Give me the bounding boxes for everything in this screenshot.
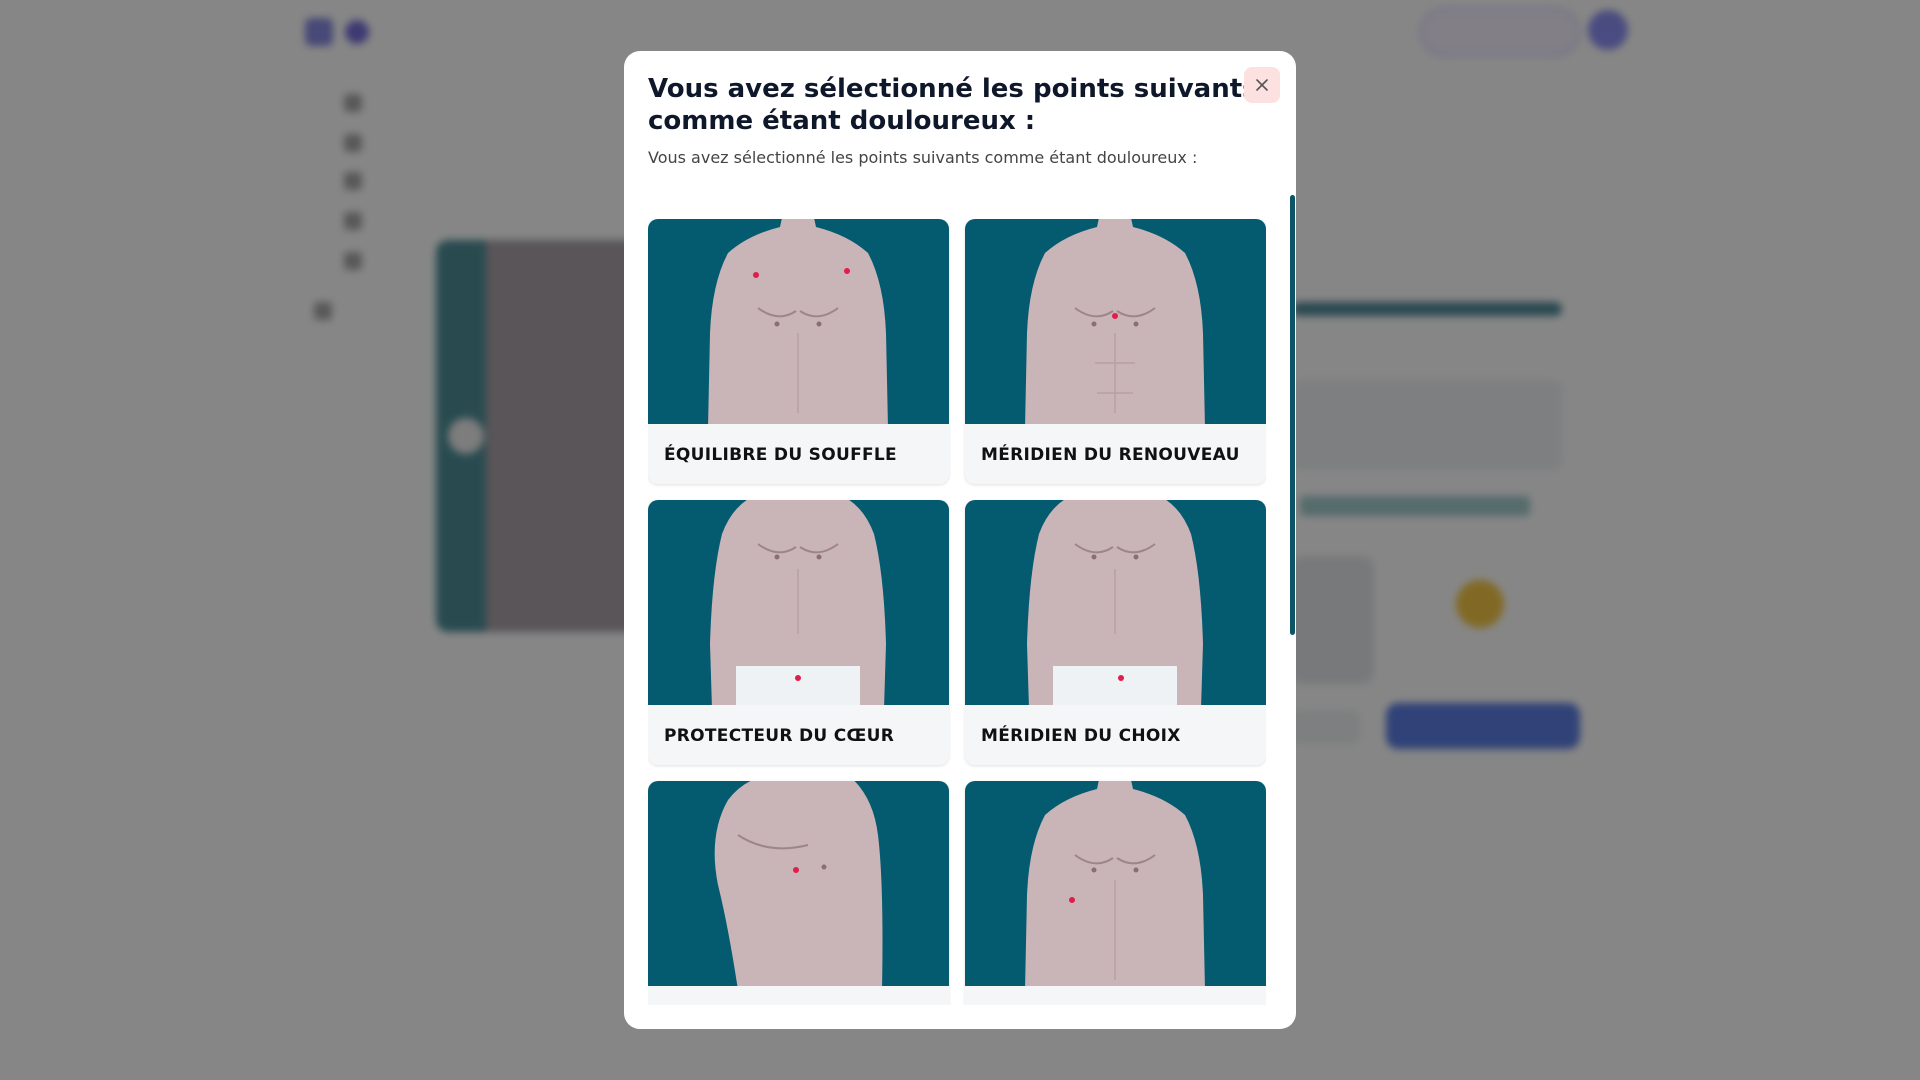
pain-point-marker (793, 867, 799, 873)
point-label: MÉRIDIEN DU CHOIX (981, 726, 1181, 746)
point-card[interactable]: PROTECTEUR DU CŒUR (648, 500, 949, 765)
point-card[interactable]: MÉRIDIEN DU CHOIX (965, 500, 1266, 765)
points-grid: ÉQUILIBRE DU SOUFFLE MÉRIDIEN DU RENOUVE… (648, 219, 1266, 1005)
point-label: MÉRIDIEN DU RENOUVEAU (981, 445, 1240, 465)
pain-point-marker (753, 272, 759, 278)
point-card[interactable] (648, 781, 949, 1005)
point-image (648, 219, 949, 424)
point-image (965, 500, 1266, 705)
point-image (965, 219, 1266, 424)
close-icon (1256, 79, 1268, 91)
pain-point-marker (1118, 675, 1124, 681)
point-card[interactable]: ÉQUILIBRE DU SOUFFLE (648, 219, 949, 484)
point-image (965, 781, 1266, 986)
pain-point-marker (795, 675, 801, 681)
pain-point-marker (844, 268, 850, 274)
close-button[interactable] (1244, 67, 1280, 103)
pain-point-marker (1069, 897, 1075, 903)
modal-title: Vous avez sélectionné les points suivant… (648, 74, 1258, 136)
point-image (648, 781, 949, 986)
modal-subtitle: Vous avez sélectionné les points suivant… (648, 148, 1198, 167)
point-label: PROTECTEUR DU CŒUR (664, 726, 895, 746)
point-card[interactable]: MÉRIDIEN DU RENOUVEAU (965, 219, 1266, 484)
pain-point-marker (1112, 313, 1118, 319)
point-image (648, 500, 949, 705)
point-card[interactable] (965, 781, 1266, 1005)
painful-points-modal: Vous avez sélectionné les points suivant… (624, 51, 1296, 1029)
point-label: ÉQUILIBRE DU SOUFFLE (664, 445, 897, 465)
scrollbar[interactable] (1290, 195, 1295, 635)
